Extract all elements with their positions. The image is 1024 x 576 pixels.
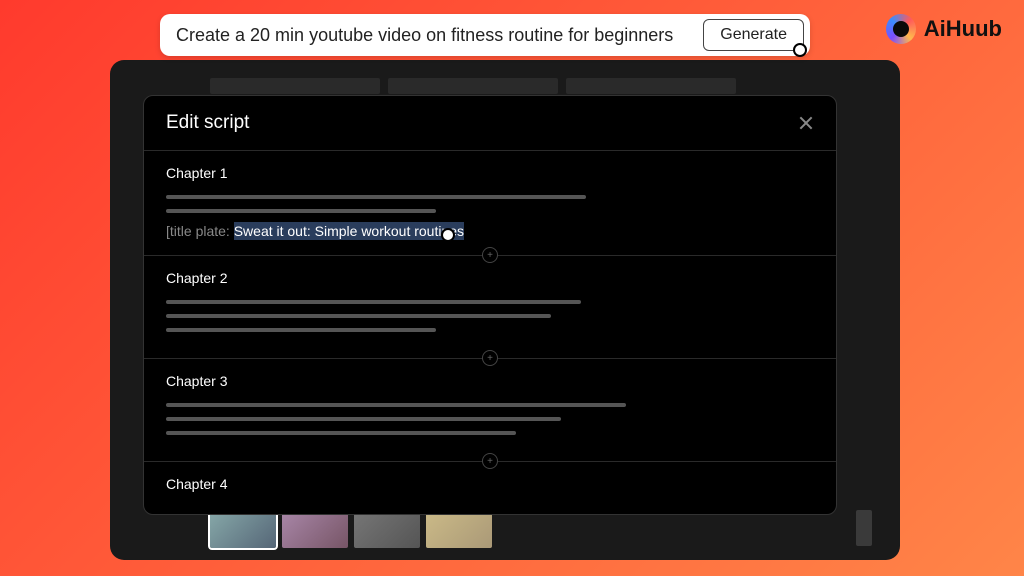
chapter-block[interactable]: Chapter 1 [title plate: Sweat it out: Si… <box>144 151 836 256</box>
brand-mark-icon <box>886 14 916 44</box>
script-line <box>166 417 561 421</box>
add-chapter-icon[interactable]: + <box>482 453 498 469</box>
script-line <box>166 431 516 435</box>
prompt-input[interactable] <box>176 25 703 46</box>
modal-header: Edit script <box>144 96 836 151</box>
chapter-block[interactable]: Chapter 3 + <box>144 359 836 462</box>
script-line <box>166 300 581 304</box>
chapter-block[interactable]: Chapter 2 + <box>144 256 836 359</box>
editor-tab[interactable] <box>388 78 558 94</box>
title-plate-text[interactable]: [title plate: Sweat it out: Simple worko… <box>166 223 814 239</box>
add-chapter-icon[interactable]: + <box>482 350 498 366</box>
editor-tabs <box>210 78 736 94</box>
brand-name: AiHuub <box>924 16 1002 42</box>
generate-button[interactable]: Generate <box>703 19 804 51</box>
script-line <box>166 328 436 332</box>
edit-script-modal: Edit script Chapter 1 [title plate: Swea… <box>143 95 837 515</box>
modal-title: Edit script <box>166 112 249 134</box>
editor-tab[interactable] <box>566 78 736 94</box>
cursor-icon <box>441 228 455 242</box>
chapter-title: Chapter 3 <box>166 373 814 389</box>
chapter-title: Chapter 1 <box>166 165 814 181</box>
editor-tab[interactable] <box>210 78 380 94</box>
scrollbar[interactable] <box>856 510 872 546</box>
script-line <box>166 209 436 213</box>
add-chapter-icon[interactable]: + <box>482 247 498 263</box>
chapter-title: Chapter 2 <box>166 270 814 286</box>
title-plate-prefix: [title plate: <box>166 223 234 239</box>
prompt-bar: Generate <box>160 14 810 56</box>
chapter-title: Chapter 4 <box>166 476 814 492</box>
title-plate-value: Sweat it out: Simple workout routines <box>234 222 464 240</box>
script-line <box>166 403 626 407</box>
close-icon[interactable] <box>798 115 814 131</box>
cursor-icon <box>793 43 807 57</box>
script-line <box>166 195 586 199</box>
brand-logo: AiHuub <box>886 14 1002 44</box>
chapter-block[interactable]: Chapter 4 <box>144 462 836 515</box>
script-line <box>166 314 551 318</box>
